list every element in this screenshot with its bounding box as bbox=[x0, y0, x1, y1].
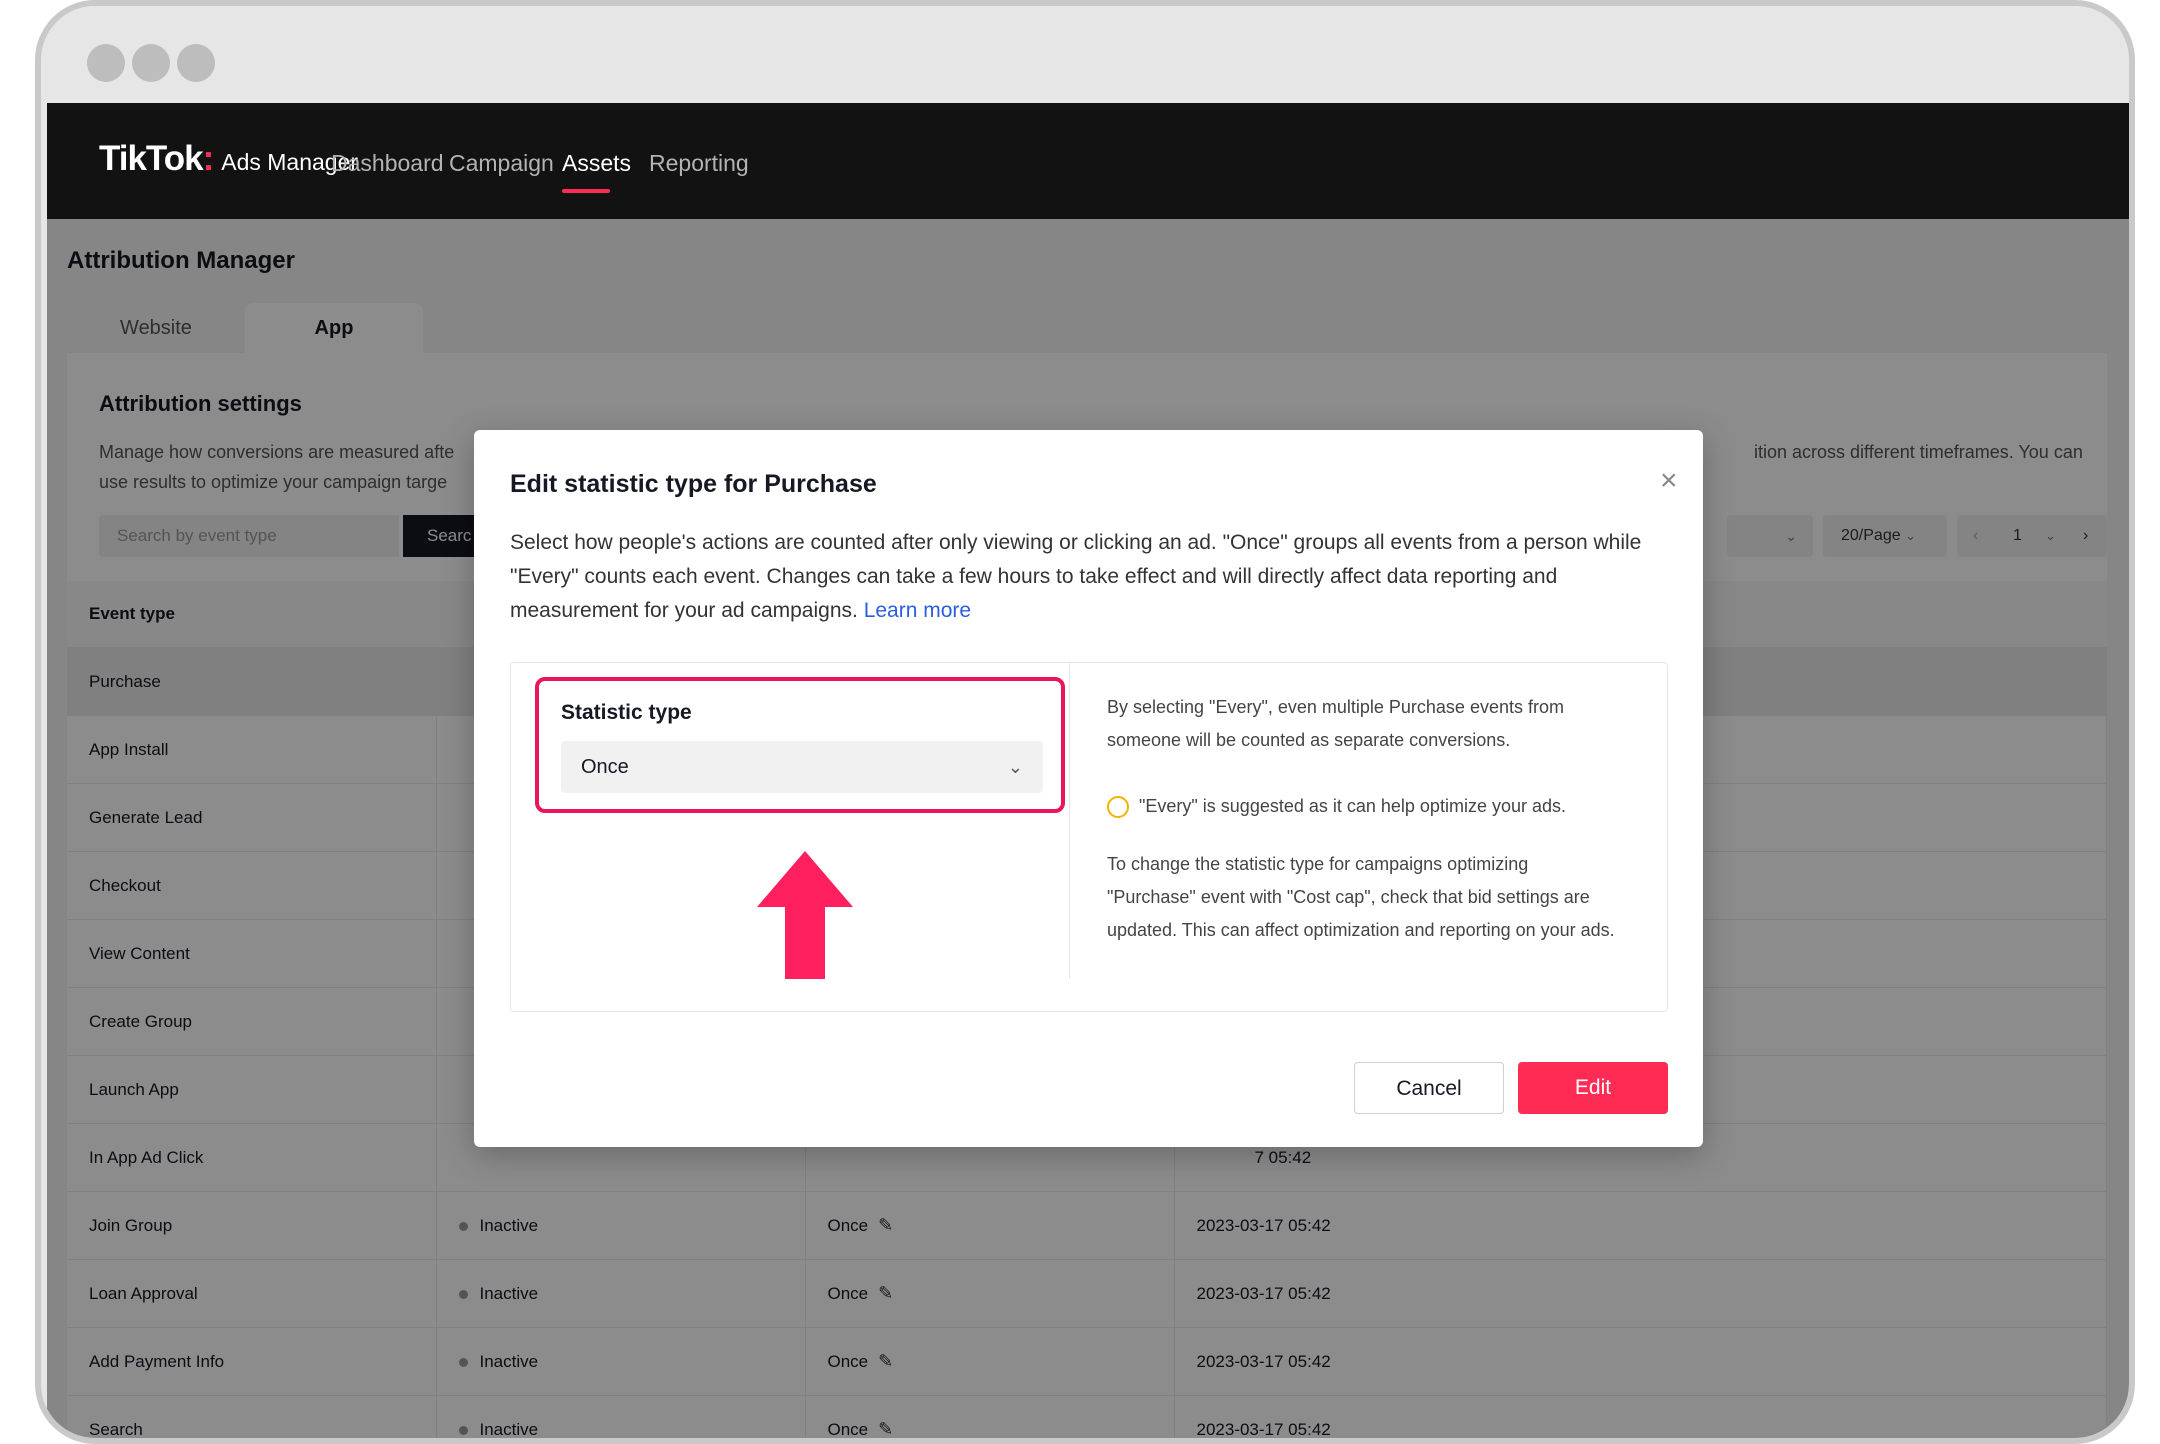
cancel-button[interactable]: Cancel bbox=[1354, 1062, 1504, 1114]
chevron-down-icon: ⌄ bbox=[1007, 757, 1023, 777]
info-cost-cap: To change the statistic type for campaig… bbox=[1107, 854, 1615, 940]
device-frame: TikTok: Ads Manager Dashboard Campaign As… bbox=[35, 0, 2135, 1444]
window-chrome bbox=[41, 6, 2129, 103]
statistic-type-label: Statistic type bbox=[561, 701, 692, 724]
statistic-type-highlight: Statistic type Once ⌄ bbox=[535, 677, 1065, 813]
learn-more-link[interactable]: Learn more bbox=[864, 599, 971, 622]
edit-statistic-modal: Edit statistic type for Purchase × Selec… bbox=[474, 430, 1703, 1147]
lightbulb-icon bbox=[1107, 796, 1129, 819]
window-minimize-dot[interactable] bbox=[132, 44, 170, 82]
statistic-type-value: Once bbox=[581, 756, 629, 778]
logo-wordmark: TikTok bbox=[99, 139, 204, 178]
edit-button[interactable]: Edit bbox=[1518, 1062, 1668, 1114]
vertical-divider bbox=[1069, 663, 1070, 979]
modal-title: Edit statistic type for Purchase bbox=[510, 470, 877, 498]
nav-reporting[interactable]: Reporting bbox=[649, 150, 749, 177]
up-arrow-icon bbox=[757, 851, 853, 979]
info-suggestion-text: "Every" is suggested as it can help opti… bbox=[1139, 796, 1566, 816]
statistic-type-select[interactable]: Once ⌄ bbox=[561, 741, 1043, 793]
window-maximize-dot[interactable] bbox=[177, 44, 215, 82]
nav-assets[interactable]: Assets bbox=[562, 150, 631, 177]
window-close-dot[interactable] bbox=[87, 44, 125, 82]
statistic-settings-box: Statistic type Once ⌄ By selecting "Ever… bbox=[510, 662, 1668, 1012]
nav-dashboard[interactable]: Dashboard bbox=[331, 150, 444, 177]
modal-description-text: Select how people's actions are counted … bbox=[510, 531, 1642, 622]
nav-active-underline bbox=[562, 189, 610, 193]
app-screen: TikTok: Ads Manager Dashboard Campaign As… bbox=[47, 103, 2129, 1438]
info-every-explanation: By selecting "Every", even multiple Purc… bbox=[1107, 697, 1564, 750]
nav-campaign[interactable]: Campaign bbox=[449, 150, 554, 177]
close-icon[interactable]: × bbox=[1660, 464, 1678, 498]
modal-description: Select how people's actions are counted … bbox=[510, 526, 1670, 628]
logo-colon: : bbox=[202, 139, 215, 178]
info-suggestion: "Every" is suggested as it can help opti… bbox=[1107, 790, 1647, 823]
top-nav: TikTok: Ads Manager Dashboard Campaign As… bbox=[47, 103, 2129, 219]
tiktok-logo[interactable]: TikTok: Ads Manager bbox=[99, 139, 358, 179]
